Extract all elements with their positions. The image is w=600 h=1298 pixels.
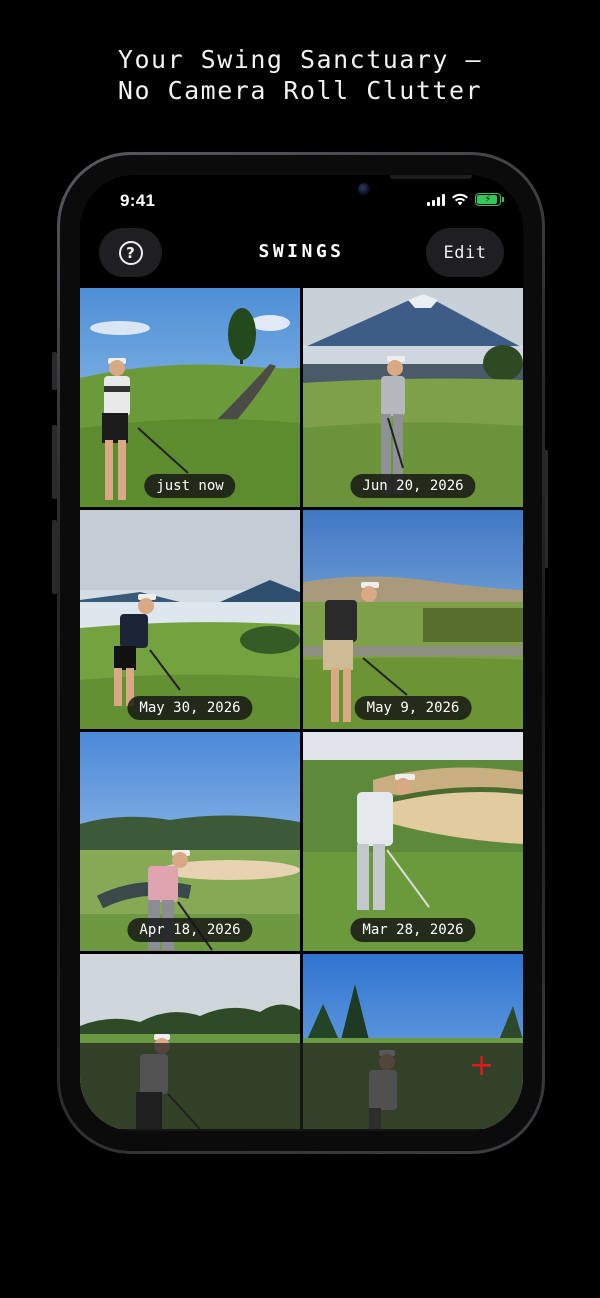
status-icons: ⚡ xyxy=(427,193,504,206)
status-time: 9:41 xyxy=(120,191,156,210)
signal-icon xyxy=(427,193,445,206)
swing-thumbnail[interactable]: Mar 28, 2026 xyxy=(303,732,523,951)
bottom-toolbar: + xyxy=(80,1043,523,1131)
swing-thumbnail[interactable]: Jun 20, 2026 xyxy=(303,288,523,507)
phone-screen: 9:41 ⚡ ? SWINGS Edit just now Jun 20, 20… xyxy=(80,175,523,1131)
bolt-icon: ⚡ xyxy=(484,193,492,205)
speaker xyxy=(390,175,472,179)
date-label: May 30, 2026 xyxy=(127,696,253,720)
headline-line-1: Your Swing Sanctuary — xyxy=(117,45,483,74)
date-label: Jun 20, 2026 xyxy=(350,474,476,498)
date-label: just now xyxy=(144,474,236,498)
swing-grid: just now Jun 20, 2026 May 30, 2026 May 9… xyxy=(80,288,523,1129)
battery-charging-icon: ⚡ xyxy=(475,193,504,206)
edit-button[interactable]: Edit xyxy=(426,228,504,277)
swing-thumbnail[interactable]: May 30, 2026 xyxy=(80,510,300,729)
date-label: May 9, 2026 xyxy=(354,696,472,720)
date-label: Mar 28, 2026 xyxy=(350,918,476,942)
front-camera xyxy=(358,183,370,195)
date-label: Apr 18, 2026 xyxy=(127,918,253,942)
swing-thumbnail[interactable]: May 9, 2026 xyxy=(303,510,523,729)
wifi-icon xyxy=(452,193,468,206)
swing-thumbnail[interactable]: Apr 18, 2026 xyxy=(80,732,300,951)
plus-icon[interactable]: + xyxy=(469,1051,494,1081)
swing-thumbnail[interactable]: just now xyxy=(80,288,300,507)
notch xyxy=(210,175,472,211)
marketing-headline: Your Swing Sanctuary — No Camera Roll Cl… xyxy=(0,44,600,106)
headline-line-2: No Camera Roll Clutter xyxy=(117,76,483,105)
